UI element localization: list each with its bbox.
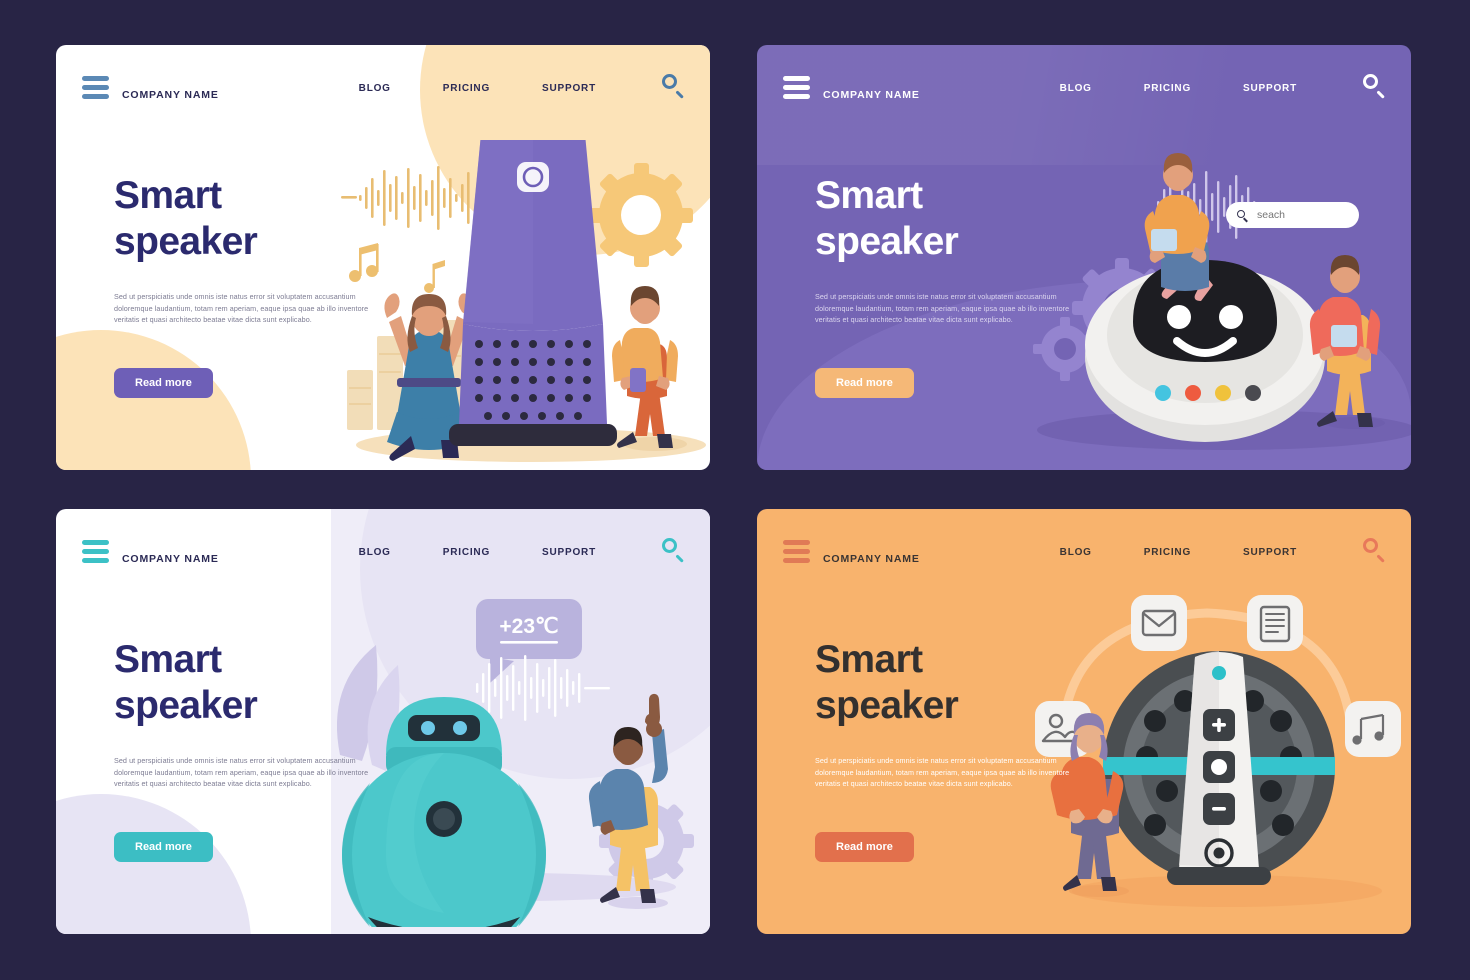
nav-link-support[interactable]: SUPPORT [542,547,596,558]
page-title: Smart speaker [815,173,1085,265]
nav-link-pricing[interactable]: PRICING [1144,547,1191,558]
main-nav: BLOG PRICING SUPPORT [359,74,684,102]
brand[interactable]: COMPANY NAME [82,75,219,101]
landing-page-variant-4: COMPANY NAME BLOG PRICING SUPPORT Smart … [757,509,1411,934]
screenshot-canvas: COMPANY NAME BLOG PRICING SUPPORT Smart … [0,0,1470,980]
nav-link-blog[interactable]: BLOG [1060,547,1092,558]
page-title-line-1: Smart [114,638,222,681]
hero-copy: Smart speaker Sed ut perspiciatis unde o… [815,637,1085,862]
page-title-line-2: speaker [114,684,258,727]
device-control-plus [1203,709,1235,741]
company-name: COMPANY NAME [823,88,920,101]
main-nav: BLOG PRICING SUPPORT [1060,538,1385,566]
hamburger-icon[interactable] [82,539,109,565]
hero-copy: Smart speaker Sed ut perspiciatis unde o… [815,173,1085,398]
hero-copy: Smart speaker Sed ut perspiciatis unde o… [114,637,384,862]
page-title-line-2: speaker [815,220,959,263]
read-more-button[interactable]: Read more [815,831,914,862]
search-icon[interactable] [1363,74,1385,99]
hero-description: Sed ut perspiciatis unde omnis iste natu… [815,756,1070,789]
page-title-line-1: Smart [815,638,923,681]
device-control-power [1204,838,1234,868]
search-icon[interactable] [662,74,684,99]
read-more-button[interactable]: Read more [114,367,213,398]
main-nav: BLOG PRICING SUPPORT [359,538,684,566]
search-icon[interactable] [662,538,684,563]
company-name: COMPANY NAME [823,552,920,565]
hero-copy: Smart speaker Sed ut perspiciatis unde o… [114,173,384,398]
nav-link-support[interactable]: SUPPORT [1243,83,1297,94]
hero-description: Sed ut perspiciatis unde omnis iste natu… [815,292,1070,325]
search-input[interactable] [1257,209,1348,221]
brand[interactable]: COMPANY NAME [783,75,920,101]
search-box[interactable] [1226,202,1359,228]
nav-link-blog[interactable]: BLOG [359,547,391,558]
page-title-line-1: Smart [815,174,923,217]
site-header: COMPANY NAME BLOG PRICING SUPPORT [757,45,1411,131]
landing-page-variant-3: COMPANY NAME BLOG PRICING SUPPORT Smart … [56,509,710,934]
company-name: COMPANY NAME [122,88,219,101]
nav-link-blog[interactable]: BLOG [1060,83,1092,94]
search-icon[interactable] [1363,538,1385,563]
page-title-line-2: speaker [114,220,258,263]
page-title-line-1: Smart [114,174,222,217]
company-name: COMPANY NAME [122,552,219,565]
hamburger-icon[interactable] [82,75,109,101]
site-header: COMPANY NAME BLOG PRICING SUPPORT [56,509,710,595]
hamburger-icon[interactable] [783,75,810,101]
feature-icon-mail [1131,595,1187,651]
device-control-record [1203,751,1235,783]
hamburger-icon[interactable] [783,539,810,565]
brand[interactable]: COMPANY NAME [783,539,920,565]
search-icon [1237,209,1248,222]
page-title-line-2: speaker [815,684,959,727]
feature-icon-music [1345,701,1401,757]
landing-page-variant-2: COMPANY NAME BLOG PRICING SUPPORT Smart … [757,45,1411,470]
landing-page-variant-1: COMPANY NAME BLOG PRICING SUPPORT Smart … [56,45,710,470]
main-nav: BLOG PRICING SUPPORT [1060,74,1385,102]
brand[interactable]: COMPANY NAME [82,539,219,565]
nav-link-pricing[interactable]: PRICING [443,547,490,558]
device-control-minus [1203,793,1235,825]
nav-link-blog[interactable]: BLOG [359,83,391,94]
hero-description: Sed ut perspiciatis unde omnis iste natu… [114,756,369,789]
feature-icon-document [1247,595,1303,651]
hero-description: Sed ut perspiciatis unde omnis iste natu… [114,292,369,325]
site-header: COMPANY NAME BLOG PRICING SUPPORT [757,509,1411,595]
read-more-button[interactable]: Read more [815,367,914,398]
page-title: Smart speaker [114,173,384,265]
nav-link-support[interactable]: SUPPORT [1243,547,1297,558]
read-more-button[interactable]: Read more [114,831,213,862]
page-title: Smart speaker [114,637,384,729]
nav-link-pricing[interactable]: PRICING [1144,83,1191,94]
site-header: COMPANY NAME BLOG PRICING SUPPORT [56,45,710,131]
page-title: Smart speaker [815,637,1085,729]
nav-link-support[interactable]: SUPPORT [542,83,596,94]
nav-link-pricing[interactable]: PRICING [443,83,490,94]
